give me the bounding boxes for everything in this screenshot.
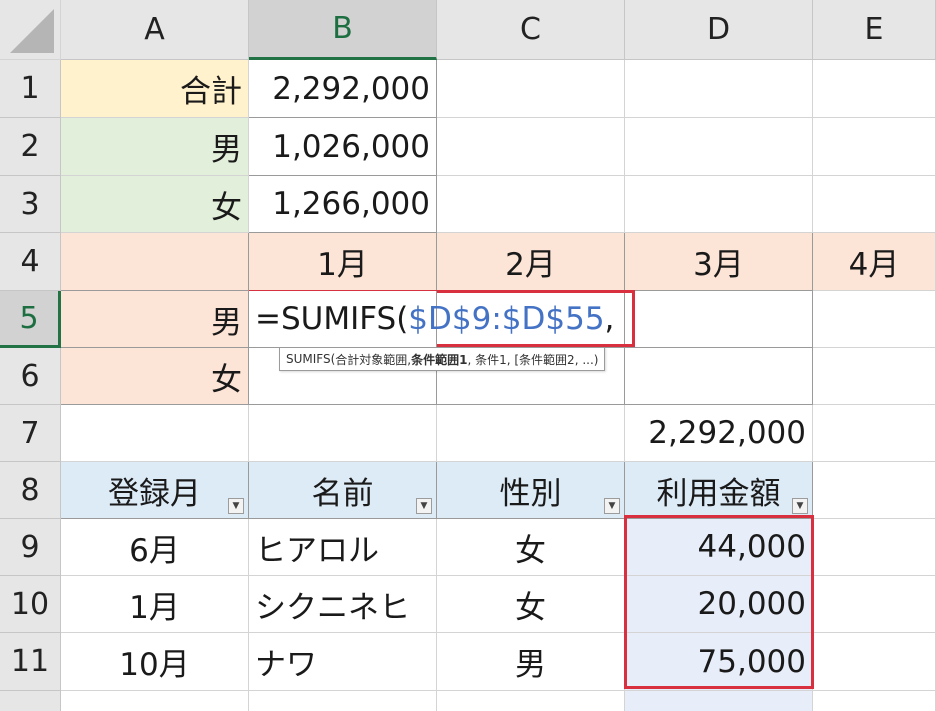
cell-b4[interactable]: 1月 [249,233,437,291]
function-argument-tooltip: SUMIFS(合計対象範囲, 条件範囲1, 条件1, [条件範囲2, ...) [279,347,606,371]
cell-e7[interactable] [813,405,936,462]
dropdown-arrow-icon[interactable]: ▼ [228,498,244,514]
cell-d5[interactable] [625,291,813,348]
cell-e9[interactable] [813,519,936,576]
table-header-registration-month[interactable]: 登録月 ▼ [61,462,249,519]
formula-prefix: =SUMIFS( [255,301,409,337]
table-cell-amount[interactable]: 75,000 [625,633,813,691]
cell-c12[interactable] [437,691,625,711]
select-all-corner[interactable] [0,0,61,60]
cell-d12[interactable] [625,691,813,711]
cell-b1[interactable]: 2,292,000 [249,60,437,118]
cell-b12[interactable] [249,691,437,711]
table-cell-month[interactable]: 6月 [61,519,249,576]
cell-e11[interactable] [813,633,936,691]
column-header-e[interactable]: E [813,0,936,60]
row-header-8[interactable]: 8 [0,462,61,519]
table-header-label: 名前 [311,475,374,512]
table-cell-name[interactable]: ヒアロル [249,519,437,576]
cell-b5-editing[interactable]: =SUMIFS($D$9:$D$55, [249,291,614,348]
cell-b7[interactable] [249,405,437,462]
row-header-3[interactable]: 3 [0,176,61,233]
cell-a7[interactable] [61,405,249,462]
row-header-1[interactable]: 1 [0,60,61,118]
table-cell-month[interactable]: 1月 [61,576,249,633]
row-header-6[interactable]: 6 [0,348,61,405]
row-header-10[interactable]: 10 [0,576,61,633]
table-cell-name[interactable]: シクニネヒ [249,576,437,633]
cell-c4[interactable]: 2月 [437,233,625,291]
cell-a2[interactable]: 男 [61,118,249,176]
cell-d4[interactable]: 3月 [625,233,813,291]
tooltip-function[interactable]: SUMIFS( [286,352,335,366]
column-header-d[interactable]: D [625,0,813,60]
row-header-5[interactable]: 5 [0,291,61,348]
cell-a6[interactable]: 女 [61,348,249,405]
table-cell-name[interactable]: ナワ [249,633,437,691]
cell-d2[interactable] [625,118,813,176]
tooltip-rest-args[interactable]: , 条件1, [条件範囲2, ...) [467,351,598,368]
column-header-c[interactable]: C [437,0,625,60]
cell-e6[interactable] [813,348,936,405]
column-header-a[interactable]: A [61,0,249,60]
row-header-12-partial[interactable] [0,691,61,711]
spreadsheet-grid: A B C D E 1 合計 2,292,000 2 男 1,026,000 3… [0,0,936,711]
table-header-label: 利用金額 [656,475,781,512]
table-cell-gender[interactable]: 女 [437,576,625,633]
cell-b3[interactable]: 1,266,000 [249,176,437,233]
cell-d6[interactable] [625,348,813,405]
cell-a5[interactable]: 男 [61,291,249,348]
cell-b2[interactable]: 1,026,000 [249,118,437,176]
cell-e4[interactable]: 4月 [813,233,936,291]
cell-e3[interactable] [813,176,936,233]
formula-suffix: , [604,301,615,337]
row-header-7[interactable]: 7 [0,405,61,462]
table-cell-gender[interactable]: 女 [437,519,625,576]
cell-c2[interactable] [437,118,625,176]
table-header-usage-amount[interactable]: 利用金額 ▼ [625,462,813,519]
cell-e10[interactable] [813,576,936,633]
column-header-b[interactable]: B [249,0,437,60]
select-all-triangle-icon [10,9,54,53]
cell-a1[interactable]: 合計 [61,60,249,118]
dropdown-arrow-icon[interactable]: ▼ [604,498,620,514]
row-header-9[interactable]: 9 [0,519,61,576]
cell-a3[interactable]: 女 [61,176,249,233]
row-header-2[interactable]: 2 [0,118,61,176]
formula-range-reference: $D$9:$D$55 [408,301,605,337]
cell-a4[interactable] [61,233,249,291]
table-cell-gender[interactable]: 男 [437,633,625,691]
cell-e5[interactable] [813,291,936,348]
cell-a12[interactable] [61,691,249,711]
cell-d3[interactable] [625,176,813,233]
cell-c7[interactable] [437,405,625,462]
table-header-label: 性別 [499,475,562,512]
cell-c3[interactable] [437,176,625,233]
table-cell-amount[interactable]: 44,000 [625,519,813,576]
dropdown-arrow-icon[interactable]: ▼ [416,498,432,514]
cell-d7[interactable]: 2,292,000 [625,405,813,462]
table-header-name[interactable]: 名前 ▼ [249,462,437,519]
cell-d1[interactable] [625,60,813,118]
table-cell-month[interactable]: 10月 [61,633,249,691]
cell-e1[interactable] [813,60,936,118]
tooltip-arg1[interactable]: 合計対象範囲, [335,351,411,368]
dropdown-arrow-icon[interactable]: ▼ [792,498,808,514]
table-header-label: 登録月 [108,475,201,512]
cell-e2[interactable] [813,118,936,176]
table-header-gender[interactable]: 性別 ▼ [437,462,625,519]
tooltip-current-arg[interactable]: 条件範囲1 [411,351,467,368]
row-header-11[interactable]: 11 [0,633,61,691]
row-header-4[interactable]: 4 [0,233,61,291]
cell-e8[interactable] [813,462,936,519]
table-cell-amount[interactable]: 20,000 [625,576,813,633]
cell-e12[interactable] [813,691,936,711]
cell-c1[interactable] [437,60,625,118]
